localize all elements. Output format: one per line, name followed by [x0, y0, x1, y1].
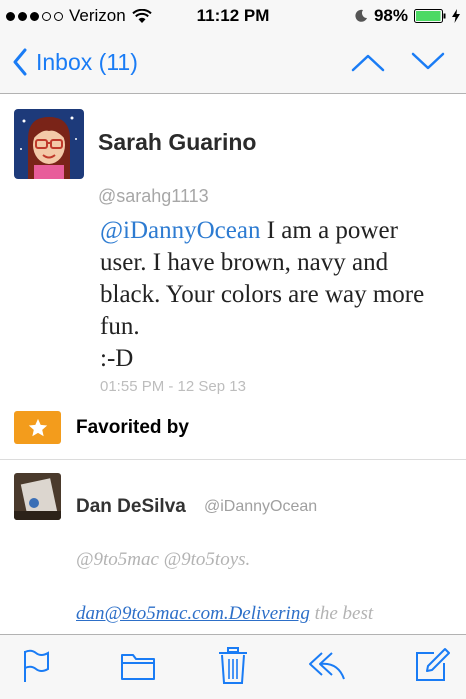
- favorited-by-label: Favorited by: [76, 417, 189, 438]
- navigation-bar: Inbox (11): [0, 32, 466, 94]
- star-icon: [28, 418, 47, 436]
- compose-icon[interactable]: [414, 647, 450, 683]
- avatar-image: [14, 109, 84, 179]
- bottom-toolbar: [0, 634, 466, 699]
- charging-icon: [452, 9, 460, 23]
- status-right: 98%: [354, 6, 460, 26]
- reply-avatar[interactable]: [14, 473, 61, 520]
- chevron-left-icon: [13, 48, 27, 76]
- reply-text-line2: dan@9to5mac.com.Delivering the best: [76, 603, 373, 625]
- trash-icon[interactable]: [218, 647, 248, 685]
- tweet-mention-link[interactable]: @iDannyOcean: [100, 217, 260, 244]
- tweet-author-handle[interactable]: @sarahg1113: [98, 186, 209, 207]
- tweet-text: @iDannyOcean I am a power user. I have b…: [100, 215, 450, 375]
- battery-percent: 98%: [373, 6, 408, 25]
- divider: [0, 459, 466, 460]
- back-label: Inbox (11): [36, 48, 138, 75]
- folder-icon[interactable]: [120, 649, 156, 681]
- reply-avatar-image: [14, 473, 61, 520]
- reply-author-handle[interactable]: @iDannyOcean: [204, 498, 317, 516]
- chevron-down-icon[interactable]: [410, 48, 446, 76]
- reply-icon[interactable]: [308, 651, 346, 681]
- back-button[interactable]: Inbox (11): [12, 48, 138, 76]
- flag-icon[interactable]: [22, 649, 50, 683]
- favorite-badge: [14, 411, 61, 444]
- tweet-author-name[interactable]: Sarah Guarino: [98, 129, 256, 156]
- reply-text-rest: the best: [309, 603, 374, 624]
- tweet-emote: :-D: [100, 345, 134, 372]
- tweet-timestamp: 01:55 PM - 12 Sep 13: [100, 378, 246, 395]
- reply-author-name[interactable]: Dan DeSilva: [76, 496, 186, 518]
- avatar[interactable]: [14, 109, 84, 179]
- reply-email-link[interactable]: dan@9to5mac.com.Delivering: [76, 603, 310, 624]
- status-bar: Verizon 11:12 PM 98%: [0, 0, 466, 32]
- moon-icon: [355, 9, 367, 22]
- reply-text-line1: @9to5mac @9to5toys.: [76, 549, 251, 570]
- chevron-up-icon[interactable]: [350, 48, 386, 76]
- battery-icon: [414, 9, 446, 23]
